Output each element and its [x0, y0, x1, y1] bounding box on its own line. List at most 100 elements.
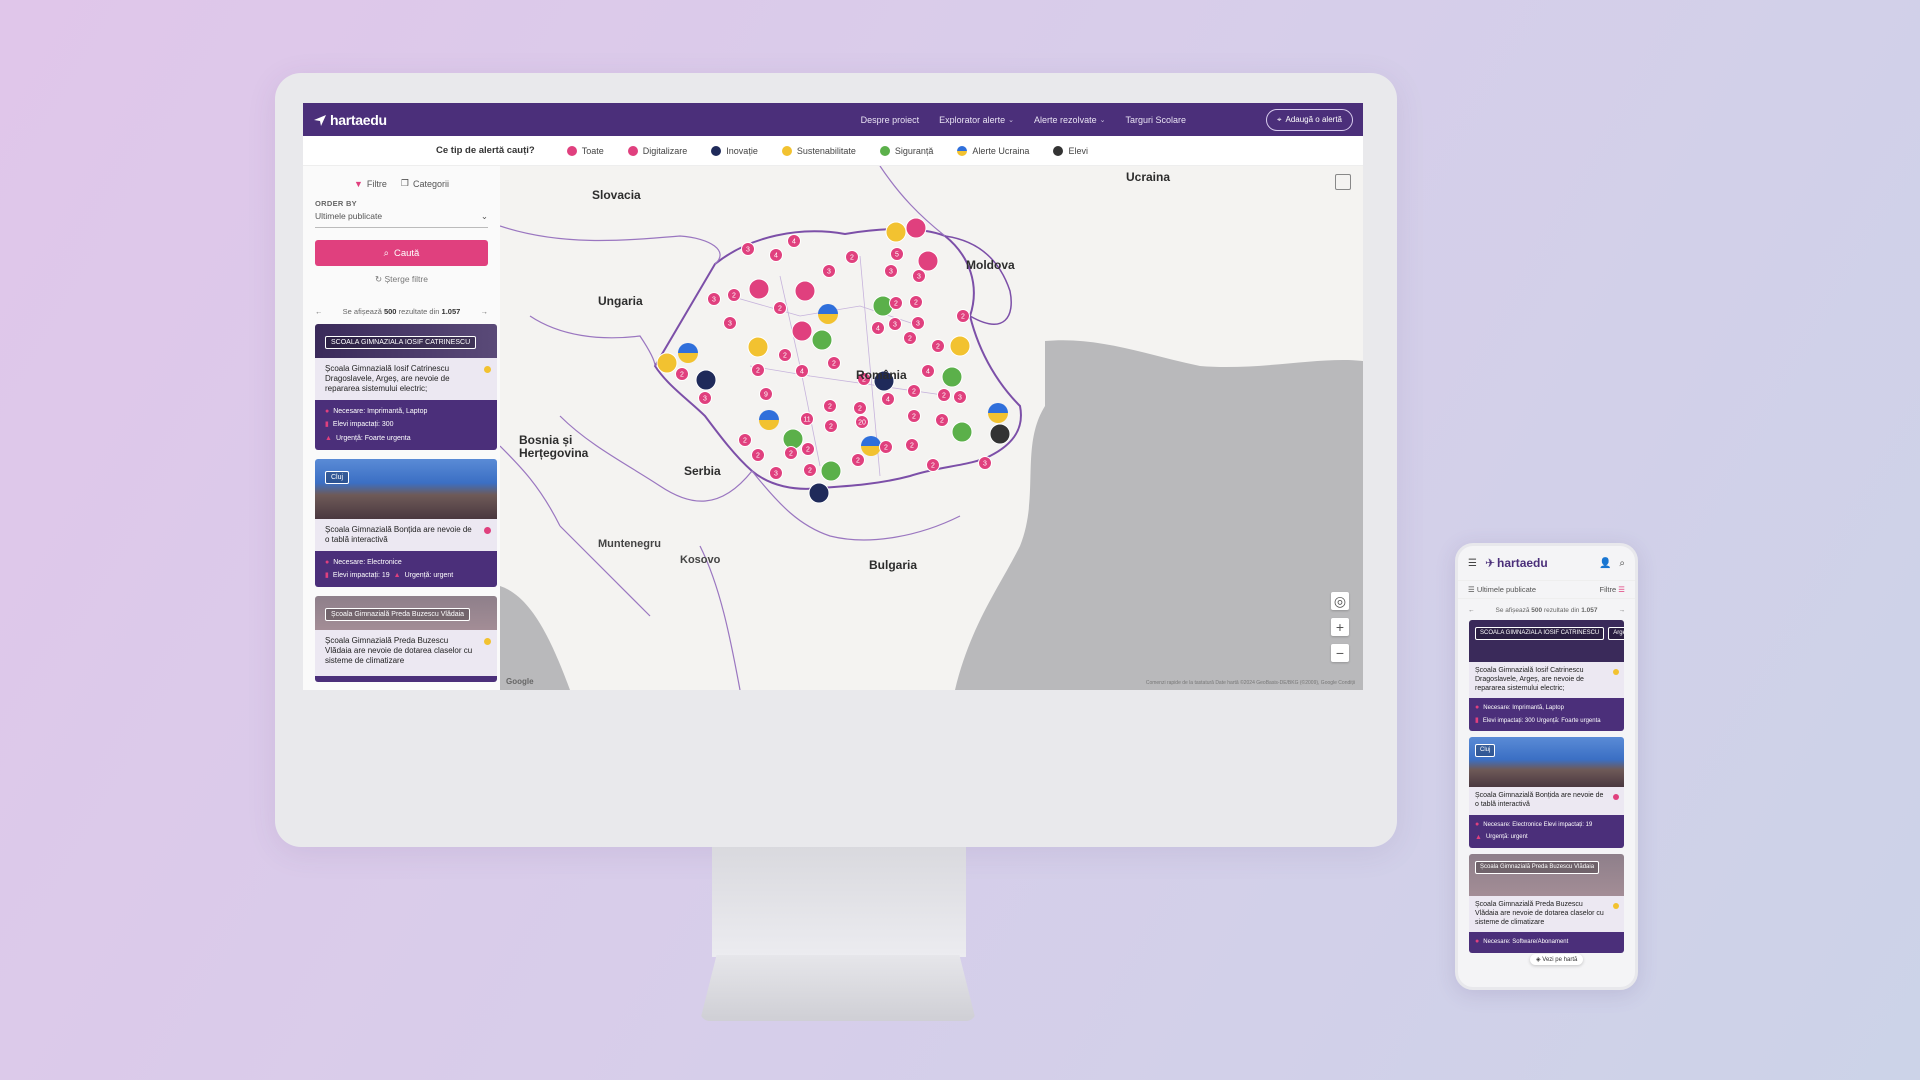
- map-marker[interactable]: [861, 436, 881, 456]
- map-view[interactable]: 3 4 4 2 5 2 3 2 3 3 3 2 2 2 3 3 4 3 2 2 2 2 2 4 2 2 4 3 9 2 2 4 2 2 3 11 2 20…: [500, 166, 1363, 690]
- prev-arrow-icon[interactable]: ←: [1468, 607, 1475, 614]
- map-marker[interactable]: 2: [851, 453, 865, 467]
- map-marker[interactable]: 3: [953, 390, 967, 404]
- map-marker[interactable]: 3: [912, 269, 926, 283]
- map-marker[interactable]: 2: [784, 446, 798, 460]
- map-marker[interactable]: 4: [769, 248, 783, 262]
- map-marker[interactable]: [941, 366, 963, 388]
- clear-filters-button[interactable]: ↻ Șterge filtre: [315, 274, 488, 285]
- nav-explorator-alerte[interactable]: Explorator alerte ⌄: [939, 115, 1014, 125]
- chip-digitalizare[interactable]: Digitalizare: [627, 145, 687, 156]
- map-marker[interactable]: 2: [778, 348, 792, 362]
- map-marker[interactable]: [794, 280, 816, 302]
- map-marker[interactable]: 4: [871, 321, 885, 335]
- map-marker[interactable]: 4: [795, 364, 809, 378]
- mobile-alert-card[interactable]: Cluj Școala Gimnazială Bonțida are nevoi…: [1469, 737, 1624, 849]
- map-marker[interactable]: 2: [879, 440, 893, 454]
- mobile-logo[interactable]: ✈ hartaedu: [1485, 556, 1591, 570]
- map-marker[interactable]: 11: [800, 412, 814, 426]
- mobile-filters-button[interactable]: Filtre ☰: [1600, 585, 1626, 594]
- chip-inovatie[interactable]: Inovație: [711, 145, 758, 156]
- alert-card[interactable]: Școala Gimnazială Preda Buzescu Vlădaia …: [315, 596, 497, 683]
- map-marker[interactable]: 2: [727, 288, 741, 302]
- map-marker[interactable]: 2: [801, 442, 815, 456]
- map-marker[interactable]: 2: [675, 367, 689, 381]
- map-marker[interactable]: [811, 329, 833, 351]
- order-by-select[interactable]: Ultimele publicate ⌄: [315, 208, 488, 228]
- map-marker[interactable]: 3: [884, 264, 898, 278]
- map-marker[interactable]: [988, 403, 1008, 423]
- map-marker[interactable]: [782, 428, 804, 450]
- map-marker[interactable]: 3: [769, 466, 783, 480]
- map-marker[interactable]: [885, 221, 907, 243]
- map-marker[interactable]: 2: [907, 384, 921, 398]
- map-marker[interactable]: 2: [956, 309, 970, 323]
- mobile-alert-card[interactable]: SCOALA GIMNAZIALA IOSIF CATRINESCU Argeș…: [1469, 620, 1624, 732]
- map-marker[interactable]: [818, 304, 838, 324]
- search-button[interactable]: ⌕ Caută: [315, 240, 488, 266]
- map-canvas[interactable]: 3 4 4 2 5 2 3 2 3 3 3 2 2 2 3 3 4 3 2 2 2 2 2 4 2 2 4 3 9 2 2 4 2 2 3 11 2 20…: [500, 166, 1363, 690]
- map-marker[interactable]: 2: [751, 448, 765, 462]
- logo[interactable]: hartaedu: [313, 112, 387, 128]
- map-marker[interactable]: 2: [823, 399, 837, 413]
- map-marker[interactable]: [747, 336, 769, 358]
- map-marker[interactable]: 2: [751, 363, 765, 377]
- map-marker[interactable]: 2: [803, 463, 817, 477]
- see-on-map-button[interactable]: ◈ Vezi pe hartă: [1530, 954, 1584, 965]
- map-marker[interactable]: [820, 460, 842, 482]
- map-marker[interactable]: 2: [824, 419, 838, 433]
- map-marker[interactable]: [748, 278, 770, 300]
- tab-filtre[interactable]: ▼ Filtre: [354, 178, 387, 189]
- next-arrow-icon[interactable]: →: [1619, 607, 1626, 614]
- map-marker[interactable]: 20: [855, 415, 869, 429]
- map-marker[interactable]: 2: [907, 409, 921, 423]
- map-marker[interactable]: [808, 482, 830, 504]
- map-marker[interactable]: 2: [905, 438, 919, 452]
- map-marker[interactable]: 2: [827, 356, 841, 370]
- map-marker[interactable]: 2: [845, 250, 859, 264]
- map-marker[interactable]: 2: [903, 331, 917, 345]
- map-marker[interactable]: 3: [822, 264, 836, 278]
- zoom-in-button[interactable]: +: [1331, 618, 1349, 636]
- map-attribution[interactable]: Comenzi rapide de la tastatură Date hart…: [1146, 680, 1355, 686]
- map-marker[interactable]: [678, 343, 698, 363]
- chip-elevi[interactable]: Elevi: [1053, 145, 1088, 156]
- tab-categorii[interactable]: ❐ Categorii: [401, 178, 449, 189]
- map-marker[interactable]: [695, 369, 717, 391]
- map-marker[interactable]: [917, 250, 939, 272]
- map-marker[interactable]: 2: [889, 296, 903, 310]
- add-alert-button[interactable]: ⌖ Adaugă o alertă: [1265, 108, 1353, 131]
- map-marker[interactable]: [949, 335, 971, 357]
- chip-sustenabilitate[interactable]: Sustenabilitate: [781, 145, 856, 156]
- nav-targuri-scolare[interactable]: Targuri Scolare: [1125, 115, 1186, 125]
- map-marker[interactable]: 2: [937, 388, 951, 402]
- nav-despre-proiect[interactable]: Despre proiect: [861, 115, 920, 125]
- map-marker[interactable]: 3: [888, 317, 902, 331]
- mobile-alert-card[interactable]: Școala Gimnazială Preda Buzescu Vlădaia …: [1469, 854, 1624, 953]
- map-marker[interactable]: 2: [909, 295, 923, 309]
- fullscreen-button[interactable]: [1335, 174, 1351, 190]
- chip-siguranta[interactable]: Siguranță: [879, 145, 933, 156]
- alert-card[interactable]: SCOALA GIMNAZIALA IOSIF CATRINESCU Școal…: [315, 324, 497, 450]
- map-marker[interactable]: 2: [773, 301, 787, 315]
- prev-arrow-icon[interactable]: ←: [315, 307, 323, 316]
- map-marker[interactable]: 3: [741, 242, 755, 256]
- hamburger-menu-icon[interactable]: ☰: [1468, 558, 1477, 569]
- map-marker[interactable]: 3: [723, 316, 737, 330]
- map-marker[interactable]: [656, 352, 678, 374]
- user-icon[interactable]: 👤: [1599, 558, 1611, 569]
- map-marker[interactable]: 5: [890, 247, 904, 261]
- map-marker[interactable]: 4: [881, 392, 895, 406]
- map-marker[interactable]: 2: [738, 433, 752, 447]
- mobile-order-select[interactable]: ☰ Ultimele publicate: [1468, 585, 1536, 594]
- alert-card[interactable]: Cluj Școala Gimnazială Bonțida are nevoi…: [315, 458, 497, 588]
- chip-toate[interactable]: Toate: [566, 145, 604, 156]
- map-marker[interactable]: 3: [698, 391, 712, 405]
- map-marker[interactable]: 4: [921, 364, 935, 378]
- map-marker[interactable]: 9: [759, 387, 773, 401]
- nav-alerte-rezolvate[interactable]: Alerte rezolvate ⌄: [1034, 115, 1105, 125]
- map-marker[interactable]: 3: [978, 456, 992, 470]
- chip-alerte-ucraina[interactable]: Alerte Ucraina: [957, 145, 1029, 156]
- map-marker[interactable]: 2: [853, 401, 867, 415]
- map-marker[interactable]: 2: [931, 339, 945, 353]
